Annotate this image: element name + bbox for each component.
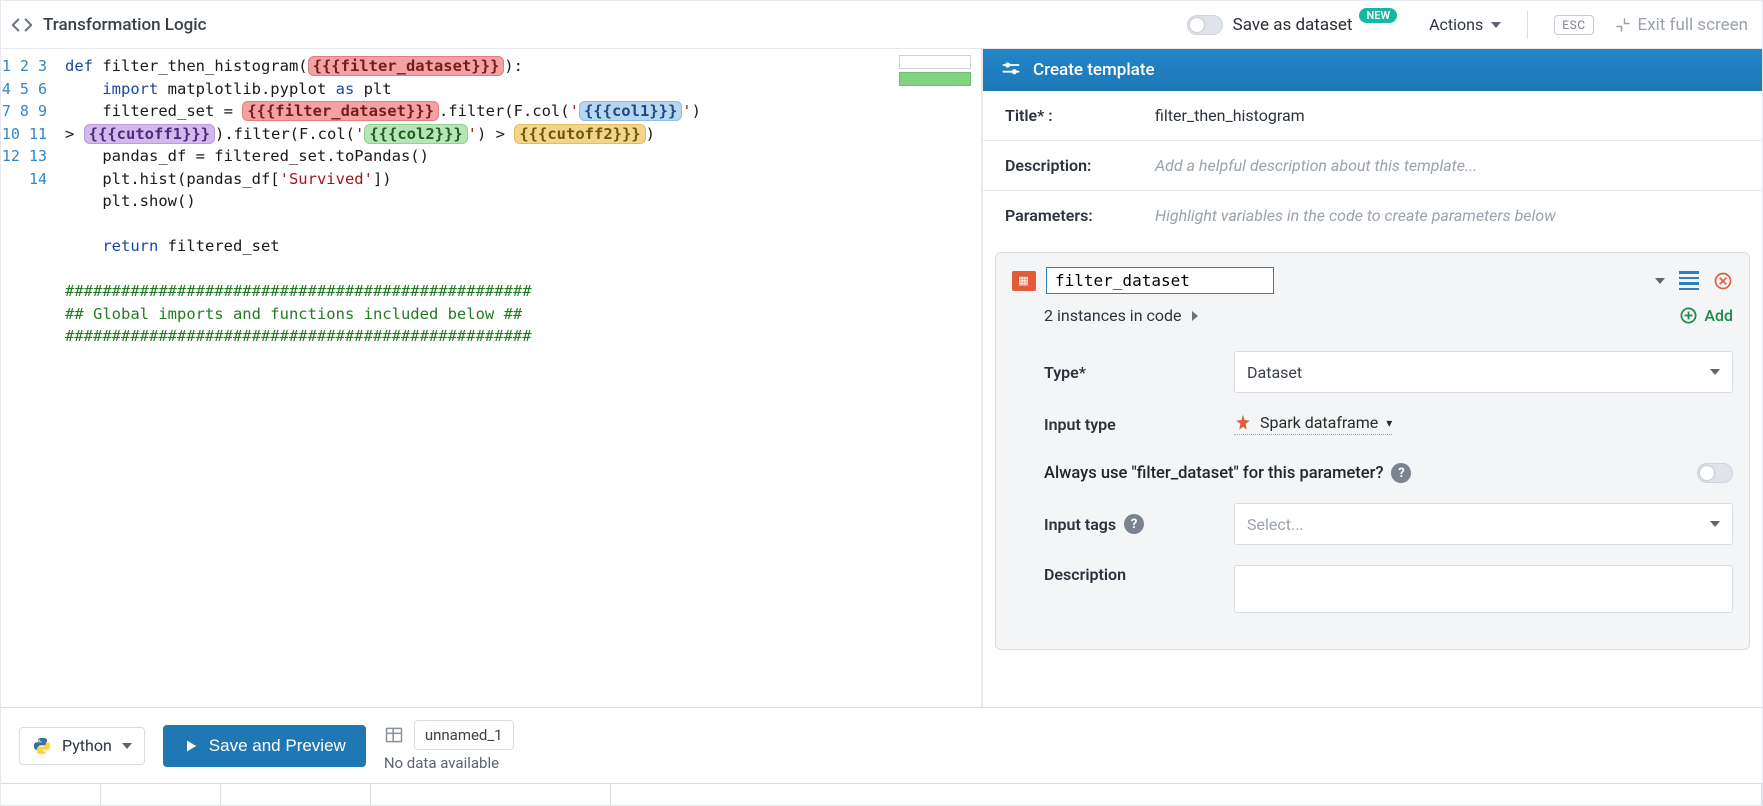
chevron-down-icon [1491, 22, 1501, 28]
always-use-row: Always use "filter_dataset" for this par… [1012, 445, 1733, 493]
param-chip-filter-dataset[interactable]: {{{filter_dataset}}} [308, 56, 505, 76]
template-panel-header: Create template [983, 49, 1762, 91]
always-use-label: Always use "filter_dataset" for this par… [1044, 464, 1383, 483]
top-bar: Transformation Logic Save as dataset NEW… [1, 1, 1762, 49]
save-as-dataset-label: Save as dataset [1233, 15, 1353, 35]
output-area: unnamed_1 No data available [384, 720, 514, 772]
chevron-down-icon [122, 743, 132, 749]
actions-menu[interactable]: Actions [1429, 15, 1501, 34]
no-data-label: No data available [384, 754, 514, 772]
chevron-down-icon[interactable] [1655, 278, 1665, 284]
param-input-tags-placeholder: Select... [1247, 515, 1304, 534]
param-input-type-select[interactable]: Spark dataframe ▾ [1234, 413, 1392, 435]
save-and-preview-label: Save and Preview [209, 736, 346, 756]
python-icon [32, 736, 52, 756]
code-icon [11, 14, 33, 36]
param-chip-col2[interactable]: {{{col2}}} [364, 124, 467, 144]
chevron-down-icon [1710, 369, 1720, 375]
exit-fullscreen-button[interactable]: Exit full screen [1614, 15, 1748, 35]
line-gutter: 1 2 3 4 5 6 7 8 9 10 11 12 13 14 [1, 49, 59, 707]
menu-icon[interactable] [1679, 271, 1699, 290]
language-select[interactable]: Python [19, 727, 145, 765]
param-chip-filter-dataset[interactable]: {{{filter_dataset}}} [242, 101, 439, 121]
instances-row: 2 instances in code Add [1012, 294, 1733, 341]
delete-parameter-icon[interactable] [1713, 271, 1733, 291]
separator [1527, 11, 1528, 39]
minimap[interactable] [899, 55, 971, 89]
save-as-dataset-toggle[interactable] [1187, 15, 1223, 35]
param-input-type-row: Input type Spark dataframe ▾ [1012, 403, 1733, 445]
dataset-icon: ▦ [1012, 271, 1036, 291]
new-badge: NEW [1359, 8, 1397, 23]
help-icon[interactable]: ? [1124, 514, 1144, 534]
language-label: Python [62, 736, 112, 755]
parameter-name-input[interactable] [1046, 267, 1274, 294]
save-and-preview-button[interactable]: Save and Preview [163, 725, 366, 767]
chevron-right-icon[interactable] [1192, 311, 1198, 321]
param-input-tags-row: Input tags ? Select... [1012, 493, 1733, 555]
template-title-value[interactable]: filter_then_histogram [1155, 106, 1305, 125]
caret-down-icon: ▾ [1386, 416, 1392, 430]
template-title-label: Title* : [1005, 106, 1135, 125]
add-instance-button[interactable]: Add [1679, 306, 1733, 325]
template-description-label: Description: [1005, 156, 1135, 175]
param-input-type-value: Spark dataframe [1260, 413, 1378, 432]
instances-count[interactable]: 2 instances in code [1044, 306, 1182, 325]
add-label: Add [1704, 306, 1733, 325]
actions-label: Actions [1429, 15, 1483, 34]
code-content[interactable]: def filter_then_histogram({{{filter_data… [59, 49, 981, 707]
param-type-row: Type* Dataset [1012, 341, 1733, 403]
bottom-bar: Python Save and Preview unnamed_1 No dat… [1, 707, 1762, 783]
chevron-down-icon [1710, 521, 1720, 527]
param-type-value: Dataset [1247, 363, 1302, 382]
template-title-row: Title* : filter_then_histogram [983, 91, 1762, 141]
output-name-input[interactable]: unnamed_1 [414, 720, 514, 750]
parameters-area: ▦ 2 instances in code [983, 240, 1762, 670]
template-parameters-label: Parameters: [1005, 206, 1135, 225]
output-icon [384, 725, 404, 745]
parameter-card: ▦ 2 instances in code [995, 252, 1750, 650]
param-input-tags-label: Input tags ? [1044, 514, 1214, 534]
always-use-toggle[interactable] [1697, 463, 1733, 483]
param-description-row: Description [1012, 555, 1733, 623]
code-editor[interactable]: 1 2 3 4 5 6 7 8 9 10 11 12 13 14 def fil… [1, 49, 982, 707]
param-type-select[interactable]: Dataset [1234, 351, 1733, 393]
template-description-input[interactable]: Add a helpful description about this tem… [1155, 156, 1477, 175]
app-root: Transformation Logic Save as dataset NEW… [0, 0, 1763, 806]
page-title: Transformation Logic [43, 15, 206, 35]
param-input-type-label: Input type [1044, 415, 1214, 434]
status-bar [1, 783, 1762, 805]
template-description-row: Description: Add a helpful description a… [983, 141, 1762, 191]
template-panel: Create template Title* : filter_then_his… [982, 49, 1762, 707]
help-icon[interactable]: ? [1391, 463, 1411, 483]
template-parameters-hint: Highlight variables in the code to creat… [1155, 206, 1556, 225]
parameter-header: ▦ [1012, 267, 1733, 294]
exit-fullscreen-label: Exit full screen [1638, 15, 1748, 35]
template-parameters-row: Parameters: Highlight variables in the c… [983, 191, 1762, 240]
param-type-label: Type* [1044, 363, 1214, 382]
param-chip-col1[interactable]: {{{col1}}} [579, 101, 682, 121]
sliders-icon [1001, 60, 1021, 80]
main-area: 1 2 3 4 5 6 7 8 9 10 11 12 13 14 def fil… [1, 49, 1762, 707]
esc-key-badge: ESC [1554, 15, 1593, 35]
param-description-label: Description [1044, 565, 1214, 584]
template-panel-title: Create template [1033, 60, 1155, 80]
param-input-tags-select[interactable]: Select... [1234, 503, 1733, 545]
param-description-input[interactable] [1234, 565, 1733, 613]
param-chip-cutoff1[interactable]: {{{cutoff1}}} [84, 124, 215, 144]
param-chip-cutoff2[interactable]: {{{cutoff2}}} [514, 124, 645, 144]
spark-icon [1234, 414, 1252, 432]
